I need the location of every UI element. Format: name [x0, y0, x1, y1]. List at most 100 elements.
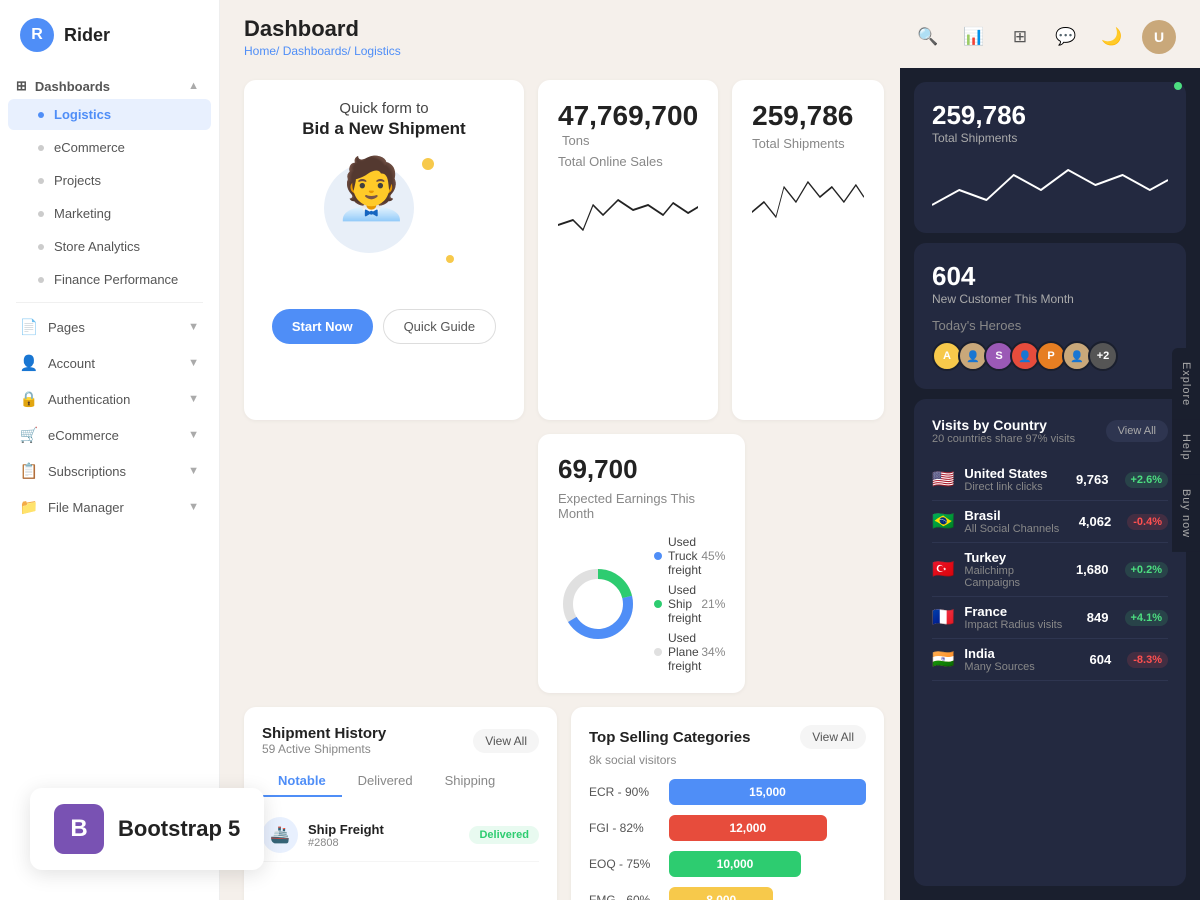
- sidebar-item-account[interactable]: 👤 Account ▼: [0, 345, 219, 381]
- sidebar-item-file-manager[interactable]: 📁 File Manager ▼: [0, 489, 219, 525]
- dark-shipments-card: 259,786 Total Shipments: [914, 82, 1186, 233]
- sidebar-item-subscriptions[interactable]: 📋 Subscriptions ▼: [0, 453, 219, 489]
- content-area: Quick form to Bid a New Shipment 🧑‍💼 Sta…: [220, 68, 1200, 900]
- quick-guide-button[interactable]: Quick Guide: [383, 309, 497, 344]
- online-indicator: [1174, 82, 1182, 90]
- history-info: Ship Freight #2808: [308, 822, 459, 849]
- total-shipments-card: 259,786 Total Shipments: [732, 80, 884, 420]
- header-left: Dashboard Home/ Dashboards/ Logistics: [244, 16, 401, 58]
- side-tabs: Explore Help Buy now: [1172, 348, 1200, 552]
- country-source-br: All Social Channels: [964, 523, 1068, 535]
- cat-bar-fmg: 8,000: [669, 887, 773, 900]
- sidebar-item-ecommerce-nav[interactable]: 🛒 eCommerce ▼: [0, 417, 219, 453]
- dark-customers-number: 604: [932, 261, 1168, 292]
- country-change-tr: +0.2%: [1125, 562, 1169, 578]
- truck-label: Used Truck freight: [668, 535, 701, 577]
- explore-tab[interactable]: Explore: [1172, 348, 1200, 420]
- cat-label-ecr: ECR - 90%: [589, 785, 659, 799]
- sidebar-logo[interactable]: R Rider: [0, 0, 219, 70]
- truck-pct: 45%: [701, 549, 725, 563]
- country-info-in: India Many Sources: [964, 646, 1079, 673]
- donut-chart: [558, 564, 638, 644]
- account-icon: 👤: [20, 354, 38, 372]
- country-name-tr: Turkey: [964, 550, 1066, 565]
- sidebar-item-logistics[interactable]: Logistics: [8, 99, 211, 130]
- categories-header: Top Selling Categories View All: [589, 725, 866, 749]
- cat-bar-ecr: 15,000: [669, 779, 866, 805]
- country-num-us: 9,763: [1076, 472, 1109, 487]
- country-info-fr: France Impact Radius visits: [964, 604, 1076, 631]
- chevron-right-icon: ▼: [188, 321, 199, 333]
- categories-view-all[interactable]: View All: [800, 725, 866, 749]
- country-num-br: 4,062: [1079, 514, 1112, 529]
- shipment-history-card: Shipment History 59 Active Shipments Vie…: [244, 707, 557, 900]
- country-name-fr: France: [964, 604, 1076, 619]
- earnings-card: 69,700 Expected Earnings This Month: [538, 434, 745, 693]
- promo-subtitle: Quick form to: [339, 100, 428, 117]
- placeholder: [759, 434, 884, 693]
- sidebar-item-finance[interactable]: Finance Performance: [8, 264, 211, 295]
- ecommerce-icon: 🛒: [20, 426, 38, 444]
- cat-label-eoq: EOQ - 75%: [589, 857, 659, 871]
- tab-delivered[interactable]: Delivered: [342, 766, 429, 797]
- visits-view-all[interactable]: View All: [1106, 420, 1168, 442]
- chevron-up-icon: ▲: [188, 80, 199, 92]
- categories-title: Top Selling Categories: [589, 729, 750, 746]
- dark-shipments-label: Total Shipments: [932, 131, 1168, 145]
- country-num-tr: 1,680: [1076, 562, 1109, 577]
- country-row-in: 🇮🇳 India Many Sources 604 -8.3%: [932, 639, 1168, 681]
- header-right: 🔍 📊 ⊞ 💬 🌙 U: [912, 20, 1176, 54]
- pages-icon: 📄: [20, 318, 38, 336]
- earnings-number: 69,700: [558, 454, 725, 485]
- country-info-tr: Turkey Mailchimp Campaigns: [964, 550, 1066, 589]
- country-source-fr: Impact Radius visits: [964, 619, 1076, 631]
- grid-icon[interactable]: ⊞: [1004, 21, 1036, 53]
- header: Dashboard Home/ Dashboards/ Logistics 🔍 …: [220, 0, 1200, 68]
- history-subtitle: 59 Active Shipments: [262, 742, 386, 756]
- sidebar-item-store-analytics[interactable]: Store Analytics: [8, 231, 211, 262]
- cat-label-fgi: FGI - 82%: [589, 821, 659, 835]
- flag-us: 🇺🇸: [932, 469, 954, 490]
- country-change-in: -8.3%: [1127, 652, 1168, 668]
- total-shipments-sparkline: [752, 167, 864, 227]
- tab-shipping[interactable]: Shipping: [429, 766, 512, 797]
- search-icon[interactable]: 🔍: [912, 21, 944, 53]
- message-icon[interactable]: 💬: [1050, 21, 1082, 53]
- chevron-right-icon: ▼: [188, 357, 199, 369]
- country-source-in: Many Sources: [964, 661, 1079, 673]
- history-view-all[interactable]: View All: [473, 729, 539, 753]
- country-row-br: 🇧🇷 Brasil All Social Channels 4,062 -0.4…: [932, 501, 1168, 543]
- visits-by-country-card: Visits by Country 20 countries share 97%…: [914, 399, 1186, 886]
- sidebar-item-ecommerce[interactable]: eCommerce: [8, 132, 211, 163]
- country-num-in: 604: [1090, 652, 1112, 667]
- tab-notable[interactable]: Notable: [262, 766, 342, 797]
- dashboards-section-header[interactable]: ⊞ Dashboards ▲: [0, 70, 219, 98]
- country-change-fr: +4.1%: [1125, 610, 1169, 626]
- sidebar-item-marketing[interactable]: Marketing: [8, 198, 211, 229]
- bar-chart-icon[interactable]: 📊: [958, 21, 990, 53]
- help-tab[interactable]: Help: [1172, 420, 1200, 475]
- start-now-button[interactable]: Start Now: [272, 309, 373, 344]
- country-source-us: Direct link clicks: [964, 481, 1066, 493]
- illus-dot2: [446, 255, 454, 263]
- sidebar-item-authentication[interactable]: 🔒 Authentication ▼: [0, 381, 219, 417]
- plane-label: Used Plane freight: [668, 631, 701, 673]
- user-avatar[interactable]: U: [1142, 20, 1176, 54]
- earnings-label: Expected Earnings This Month: [558, 491, 725, 521]
- dark-customers-label: New Customer This Month: [932, 292, 1168, 306]
- auth-icon: 🔒: [20, 390, 38, 408]
- bootstrap-icon: B: [54, 804, 104, 854]
- dot-icon: [38, 277, 44, 283]
- sidebar-item-pages[interactable]: 📄 Pages ▼: [0, 309, 219, 345]
- chevron-right-icon: ▼: [188, 465, 199, 477]
- visits-header: Visits by Country 20 countries share 97%…: [932, 417, 1168, 445]
- buy-now-tab[interactable]: Buy now: [1172, 475, 1200, 552]
- dark-mode-icon[interactable]: 🌙: [1096, 21, 1128, 53]
- page-title: Dashboard: [244, 16, 401, 42]
- sidebar-item-projects[interactable]: Projects: [8, 165, 211, 196]
- right-panel-inner: 259,786 Total Shipments 604 New Customer…: [900, 68, 1200, 900]
- visits-subtitle: 20 countries share 97% visits: [932, 433, 1075, 445]
- logo-icon: R: [20, 18, 54, 52]
- center-content: Quick form to Bid a New Shipment 🧑‍💼 Sta…: [220, 68, 900, 900]
- cat-row-fgi: FGI - 82% 12,000: [589, 815, 866, 841]
